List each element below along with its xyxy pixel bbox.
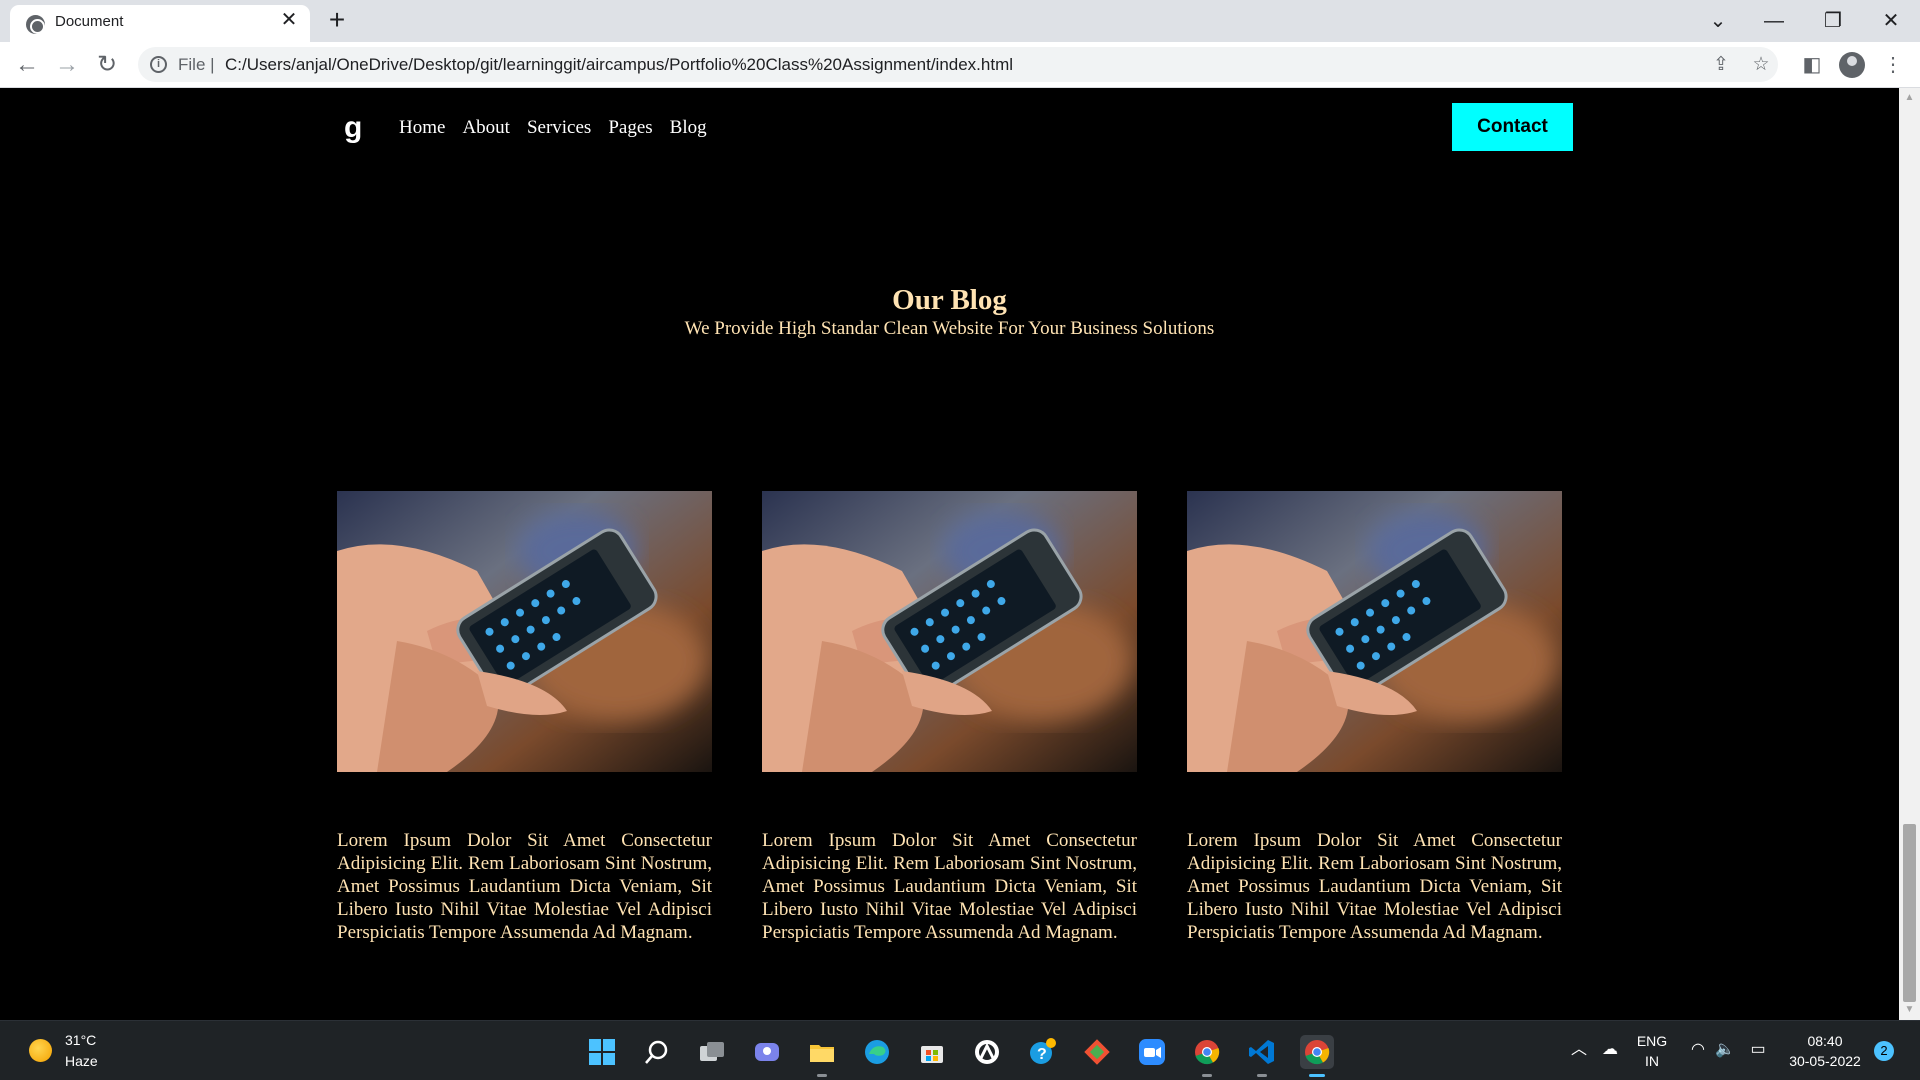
blog-card-text: Lorem Ipsum Dolor Sit Amet Consectetur A… [337, 830, 712, 943]
svg-text:?: ? [1037, 1046, 1047, 1063]
page-scrollbar[interactable]: ▲ ▼ [1899, 88, 1920, 1020]
blog-card: Lorem Ipsum Dolor Sit Amet Consectetur A… [1187, 491, 1562, 944]
start-icon[interactable] [585, 1035, 619, 1069]
bookmark-star-icon[interactable]: ☆ [1750, 54, 1772, 76]
zoom-icon[interactable] [1135, 1035, 1169, 1069]
nav-about[interactable]: About [462, 117, 510, 139]
tray-chevron-up-icon[interactable]: ︿ [1569, 1040, 1589, 1060]
restore-button[interactable]: ❐ [1810, 6, 1856, 36]
onedrive-cloud-icon[interactable]: ☁ [1600, 1040, 1620, 1060]
new-tab-button[interactable]: + [322, 6, 352, 36]
taskbar: 31°C Haze ? ︿ ☁ ENG IN ◠ 🔈 ▭ 08:40 30-05… [0, 1020, 1920, 1080]
browser-toolbar: ← → ↻ i File | C:/Users/anjal/OneDrive/D… [0, 42, 1920, 88]
address-scheme: File | [178, 55, 215, 74]
chrome-icon[interactable] [1190, 1035, 1224, 1077]
chrome-active-icon[interactable] [1300, 1035, 1334, 1077]
side-panel-icon[interactable]: ◧ [1799, 52, 1825, 78]
help-icon[interactable]: ? [1025, 1035, 1059, 1069]
minimize-button[interactable]: — [1751, 6, 1797, 36]
address-url[interactable]: C:/Users/anjal/OneDrive/Desktop/git/lear… [225, 55, 1013, 75]
edge-icon[interactable] [860, 1035, 894, 1069]
blog-card-image [1187, 491, 1562, 772]
back-button[interactable]: ← [12, 50, 42, 80]
volume-icon[interactable]: 🔈 [1715, 1040, 1735, 1060]
weather-sun-icon[interactable] [29, 1039, 52, 1062]
app-icon[interactable] [970, 1035, 1004, 1069]
scrollbar-thumb[interactable] [1903, 824, 1916, 1002]
address-bar[interactable]: i File | C:/Users/anjal/OneDrive/Desktop… [138, 47, 1778, 82]
close-tab-icon[interactable]: ✕ [278, 9, 300, 31]
vscode-icon[interactable] [1245, 1035, 1279, 1077]
nav-services[interactable]: Services [527, 117, 591, 139]
site-logo[interactable]: g [344, 113, 362, 143]
weather-condition[interactable]: Haze [65, 1053, 98, 1069]
nav-home[interactable]: Home [399, 117, 445, 139]
scroll-down-icon[interactable]: ▼ [1903, 1003, 1916, 1017]
close-window-button[interactable]: ✕ [1868, 6, 1914, 36]
blog-card: Lorem Ipsum Dolor Sit Amet Consectetur A… [337, 491, 712, 944]
file-explorer-icon[interactable] [805, 1035, 839, 1077]
share-icon[interactable]: ⇪ [1710, 54, 1732, 76]
profile-icon[interactable] [1839, 52, 1865, 78]
page-viewport: g Home About Services Pages Blog Contact… [0, 88, 1899, 1020]
scroll-up-icon[interactable]: ▲ [1903, 91, 1916, 105]
menu-icon[interactable]: ⋮ [1880, 52, 1906, 78]
git-icon[interactable] [1080, 1035, 1114, 1069]
nav-pages[interactable]: Pages [608, 117, 652, 139]
contact-button[interactable]: Contact [1452, 103, 1573, 151]
store-icon[interactable] [915, 1035, 949, 1069]
blog-card-image [762, 491, 1137, 772]
language-code[interactable]: ENG [1635, 1031, 1669, 1051]
search-icon[interactable] [640, 1035, 674, 1069]
blog-card-text: Lorem Ipsum Dolor Sit Amet Consectetur A… [762, 830, 1137, 943]
chat-icon[interactable] [750, 1035, 784, 1069]
blog-title: Our Blog [892, 284, 1007, 316]
blog-card: Lorem Ipsum Dolor Sit Amet Consectetur A… [762, 491, 1137, 944]
globe-icon [26, 15, 45, 34]
weather-temperature[interactable]: 31°C [65, 1032, 96, 1048]
tab-title: Document [55, 13, 124, 30]
battery-icon[interactable]: ▭ [1748, 1040, 1768, 1060]
browser-tab-strip: Document ✕ + ⌄ — ❐ ✕ [0, 0, 1920, 42]
clock-date[interactable]: 30-05-2022 [1783, 1051, 1867, 1071]
task-view-icon[interactable] [695, 1035, 729, 1069]
blog-subtitle: We Provide High Standar Clean Website Fo… [684, 318, 1215, 339]
main-nav: Home About Services Pages Blog [399, 117, 707, 139]
nav-blog[interactable]: Blog [670, 117, 707, 139]
wifi-icon[interactable]: ◠ [1688, 1040, 1708, 1060]
clock-time[interactable]: 08:40 [1785, 1031, 1865, 1051]
site-info-icon[interactable]: i [150, 56, 167, 73]
reload-button[interactable]: ↻ [92, 50, 122, 80]
tab-search-chevron-icon[interactable]: ⌄ [1695, 6, 1741, 36]
blog-card-text: Lorem Ipsum Dolor Sit Amet Consectetur A… [1187, 830, 1562, 943]
language-region[interactable]: IN [1635, 1051, 1669, 1071]
browser-tab[interactable]: Document ✕ [10, 5, 310, 42]
notification-badge[interactable]: 2 [1874, 1041, 1894, 1061]
forward-button[interactable]: → [52, 50, 82, 80]
blog-card-image [337, 491, 712, 772]
